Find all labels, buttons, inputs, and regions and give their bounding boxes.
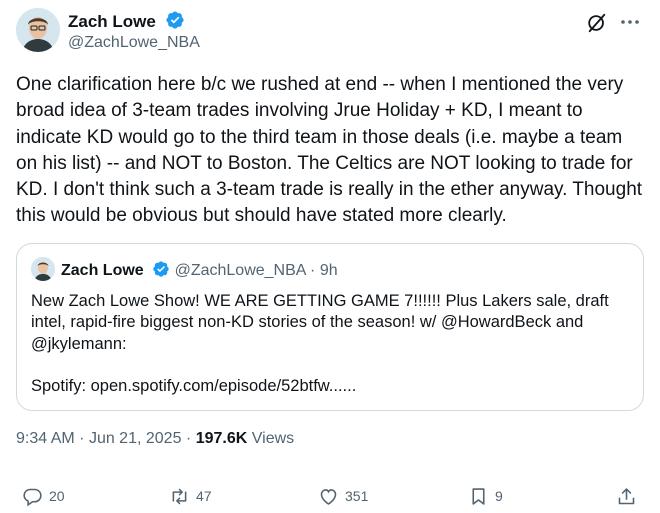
meta-separator: ·: [79, 430, 85, 447]
verified-badge-icon[interactable]: [165, 10, 185, 35]
tweet-time[interactable]: 9:34 AM: [16, 430, 75, 447]
avatar[interactable]: [16, 8, 60, 52]
author-name-text[interactable]: Zach Lowe: [68, 12, 156, 31]
action-bar: 20 47 351 9: [0, 483, 660, 513]
quote-header: Zach Lowe @ZachLowe_NBA · 9h: [61, 260, 338, 283]
reply-button[interactable]: 20: [22, 483, 65, 509]
share-icon: [618, 487, 635, 504]
tweet-meta: 9:34 AM · Jun 21, 2025 · 197.6K Views: [16, 430, 294, 448]
bookmark-count: 9: [495, 488, 503, 504]
repost-count: 47: [196, 488, 212, 504]
quote-author-name: Zach Lowe: [61, 262, 144, 279]
author-handle[interactable]: @ZachLowe_NBA: [68, 34, 200, 52]
share-button[interactable]: [616, 483, 643, 509]
reply-count: 20: [49, 488, 65, 504]
quote-text: New Zach Lowe Show! WE ARE GETTING GAME …: [31, 292, 609, 396]
grok-icon[interactable]: [586, 12, 608, 34]
views-label: Views: [251, 430, 295, 447]
repost-button[interactable]: 47: [169, 483, 212, 509]
meta-separator-2: ·: [185, 430, 192, 447]
views-count: 197.6K: [195, 430, 248, 447]
quote-tweet-card[interactable]: Zach Lowe @ZachLowe_NBA · 9h New Zach Lo…: [16, 243, 644, 411]
quote-separator: ·: [310, 262, 316, 279]
author-name[interactable]: Zach Lowe: [68, 10, 185, 35]
quote-verified-badge-icon: [152, 260, 170, 283]
like-button[interactable]: 351: [318, 483, 368, 509]
repost-icon: [172, 488, 187, 504]
quote-time: 9h: [319, 262, 338, 279]
tweet-text: One clarification here b/c we rushed at …: [16, 74, 648, 227]
more-icon[interactable]: [618, 10, 642, 34]
bookmark-icon: [472, 487, 485, 505]
bookmark-button[interactable]: 9: [468, 483, 503, 509]
reply-icon: [23, 488, 42, 506]
quote-avatar: [31, 257, 55, 281]
tweet-date[interactable]: Jun 21, 2025: [89, 430, 182, 447]
heart-icon: [320, 488, 337, 505]
like-count: 351: [345, 488, 369, 504]
quote-author-handle: @ZachLowe_NBA: [174, 262, 306, 279]
tweet-header: Zach Lowe @ZachLowe_NBA: [16, 6, 644, 56]
